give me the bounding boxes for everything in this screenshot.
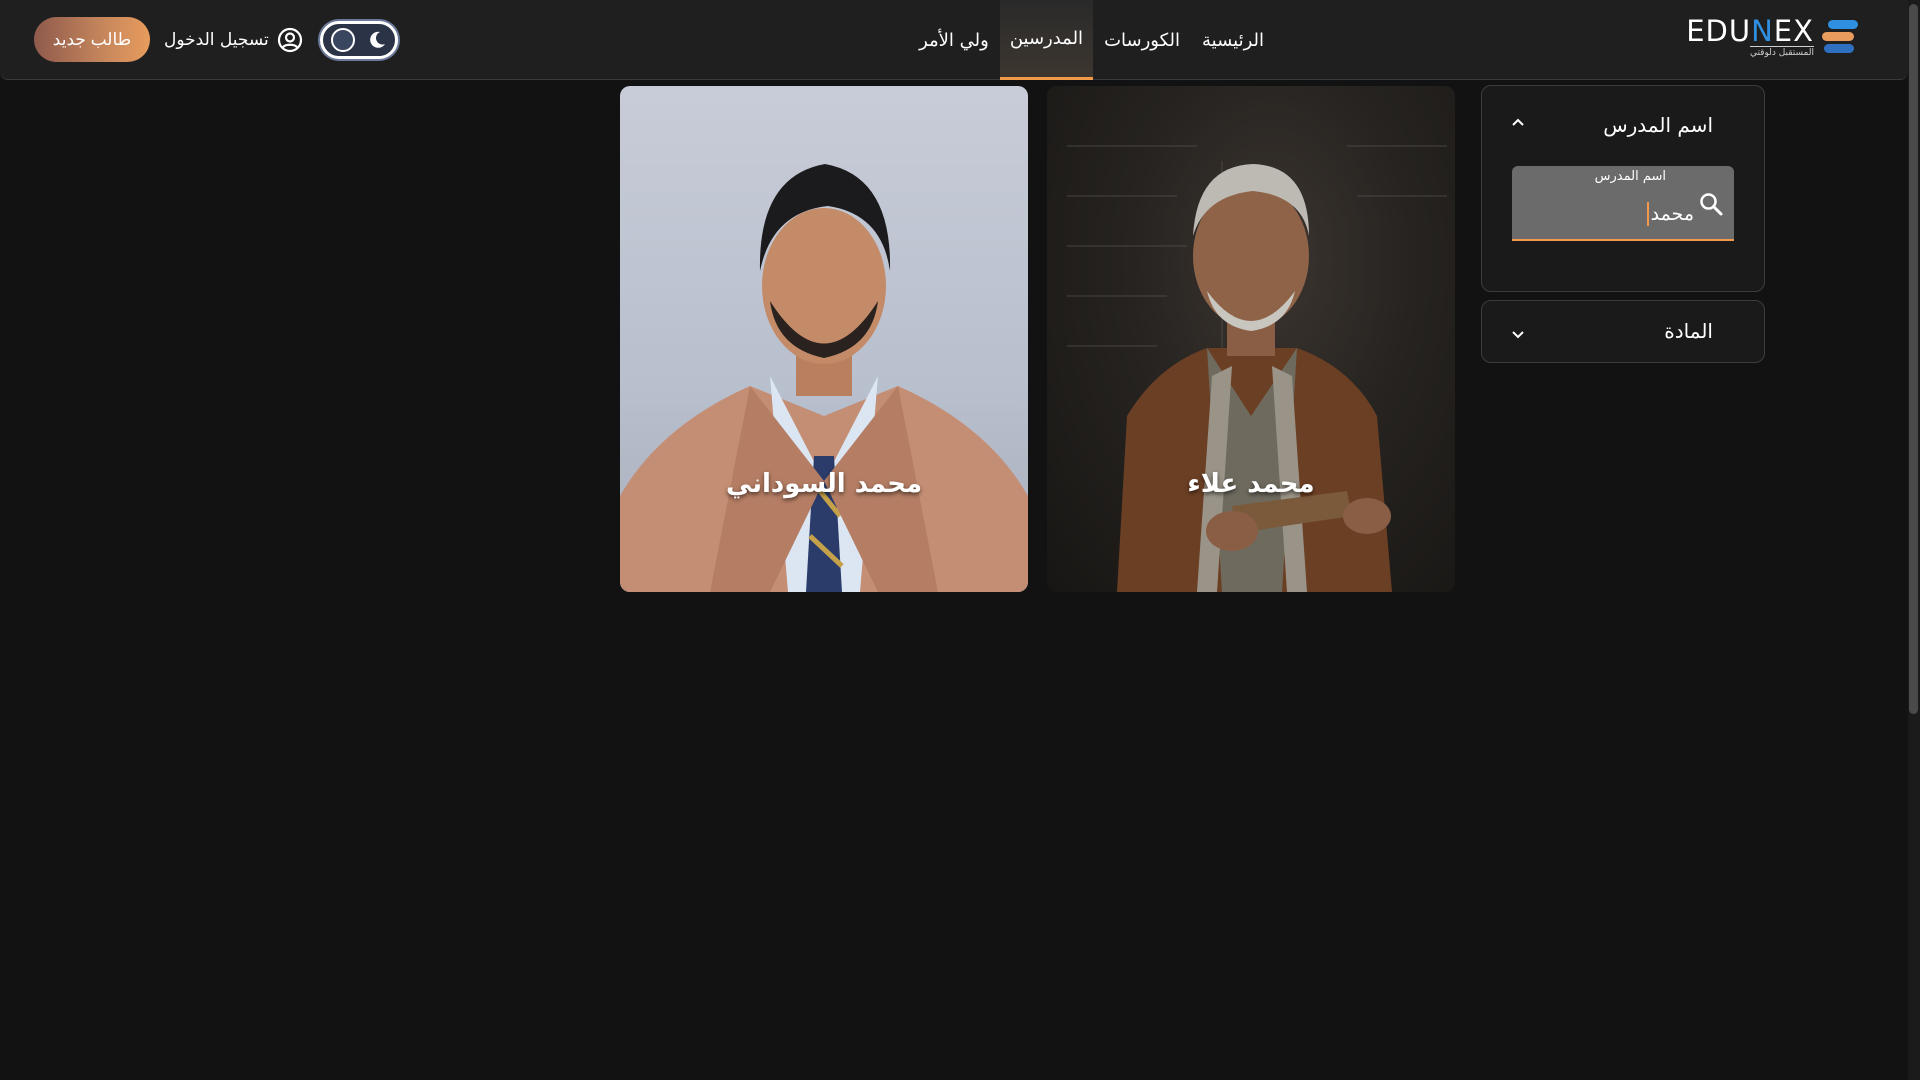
nav-teachers[interactable]: المدرسين [999, 0, 1094, 80]
teacher-search-field[interactable]: اسم المدرس محمد [1512, 166, 1734, 241]
theme-toggle[interactable] [320, 21, 398, 59]
logo-accent: N [1751, 14, 1774, 48]
user-circle-icon [277, 27, 302, 53]
top-navigation-bar: EDUNEX المستقبل دلوقتي الرئيسية الكورسات… [0, 0, 1908, 80]
login-link[interactable]: تسجيل الدخول [164, 22, 303, 58]
logo-mark-icon [1822, 18, 1860, 56]
teacher-photo [620, 164, 1028, 592]
teacher-name: محمد السوداني [725, 469, 923, 499]
logo-wordmark: EDUNEX المستقبل دلوقتي [1686, 16, 1814, 58]
logo-suffix: EX [1773, 14, 1814, 48]
login-label: تسجيل الدخول [164, 30, 269, 50]
logo-text: EDUNEX [1686, 16, 1814, 46]
nav-courses[interactable]: الكورسات [1093, 0, 1191, 80]
new-student-button[interactable]: طالب جديد [34, 17, 150, 62]
page-scrollbar[interactable] [1908, 0, 1920, 1080]
main-nav: الرئيسية الكورسات المدرسين ولي الأمر [908, 0, 1275, 80]
teacher-name: محمد علاء [1187, 469, 1315, 499]
nav-parent[interactable]: ولي الأمر [908, 0, 1000, 80]
brand-logo[interactable]: EDUNEX المستقبل دلوقتي [1686, 16, 1860, 58]
scrollbar-thumb[interactable] [1909, 4, 1918, 714]
filter-teacher-name-title: اسم المدرس [1603, 113, 1713, 137]
moon-icon [370, 31, 385, 48]
teacher-card[interactable]: محمد السوداني [620, 86, 1028, 592]
teacher-photo [1067, 145, 1447, 592]
teacher-search-label: اسم المدرس [1594, 169, 1666, 184]
toggle-knob [331, 28, 355, 52]
logo-tagline: المستقبل دلوقتي [1749, 46, 1814, 58]
teacher-card[interactable]: محمد علاء [1047, 86, 1455, 592]
filter-subject-title: المادة [1664, 319, 1713, 343]
chevron-down-icon[interactable] [1510, 327, 1526, 343]
filter-subject[interactable]: المادة [1481, 300, 1765, 363]
filter-teacher-name: اسم المدرس اسم المدرس محمد [1481, 85, 1765, 292]
logo-prefix: EDU [1686, 14, 1752, 48]
search-icon[interactable] [1698, 191, 1724, 217]
teacher-search-input[interactable]: محمد [1646, 202, 1694, 226]
chevron-up-icon[interactable] [1510, 114, 1526, 130]
nav-home[interactable]: الرئيسية [1191, 0, 1275, 80]
